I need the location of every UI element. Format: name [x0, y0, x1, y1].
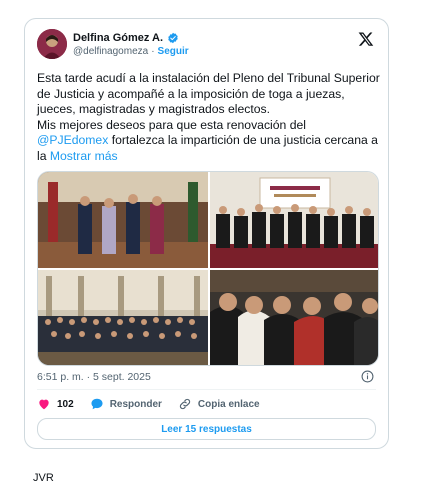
tweet-card[interactable]: Delfina Gómez A. @delfinagomeza · Seguir… [24, 18, 389, 449]
divider [37, 389, 376, 390]
reply-button[interactable]: Responder [90, 397, 162, 411]
photo-3[interactable] [38, 270, 208, 366]
copy-link-label: Copia enlace [197, 398, 260, 410]
tweet-text: Esta tarde acudí a la instalación del Pl… [37, 71, 382, 165]
heart-icon [39, 399, 49, 410]
link-icon [179, 398, 191, 410]
mention-link[interactable]: @PJEdomex [37, 133, 108, 147]
tweet-text-paragraph-1: Esta tarde acudí a la instalación del Pl… [37, 71, 380, 117]
like-count: 102 [57, 398, 74, 410]
show-more-link[interactable]: Mostrar más [50, 149, 118, 163]
author-handle[interactable]: @delfinagomeza [73, 46, 148, 57]
caption: JVR [33, 472, 54, 484]
handle-separator: · [151, 46, 155, 57]
like-button[interactable]: 102 [37, 397, 74, 411]
author-name-row[interactable]: Delfina Gómez A. [73, 32, 179, 44]
avatar[interactable] [37, 29, 67, 59]
media-grid[interactable] [37, 171, 379, 366]
verified-badge-icon [168, 32, 178, 44]
read-replies-label: Leer 15 respuestas [161, 423, 252, 435]
author-name[interactable]: Delfina Gómez A. [73, 32, 163, 44]
author-handle-row: @delfinagomeza · Seguir [73, 46, 189, 57]
copy-link-button[interactable]: Copia enlace [178, 397, 260, 411]
photo-1[interactable] [38, 172, 208, 268]
read-replies-button[interactable]: Leer 15 respuestas [37, 418, 376, 440]
photo-2[interactable] [210, 172, 379, 268]
follow-button[interactable]: Seguir [158, 46, 189, 57]
info-icon[interactable] [361, 370, 374, 383]
action-bar: 102 Responder Copia enlace [37, 397, 276, 411]
tweet-text-paragraph-2: Mis mejores deseos para que esta renovac… [37, 118, 382, 165]
x-logo-icon[interactable] [358, 31, 374, 47]
reply-bubble-icon [91, 398, 103, 410]
photo-4[interactable] [210, 270, 379, 366]
reply-label: Responder [109, 398, 162, 410]
tweet-timestamp[interactable]: 6:51 p. m. · 5 sept. 2025 [37, 371, 151, 383]
tweet-text-part: Mis mejores deseos para que esta renovac… [37, 117, 306, 132]
